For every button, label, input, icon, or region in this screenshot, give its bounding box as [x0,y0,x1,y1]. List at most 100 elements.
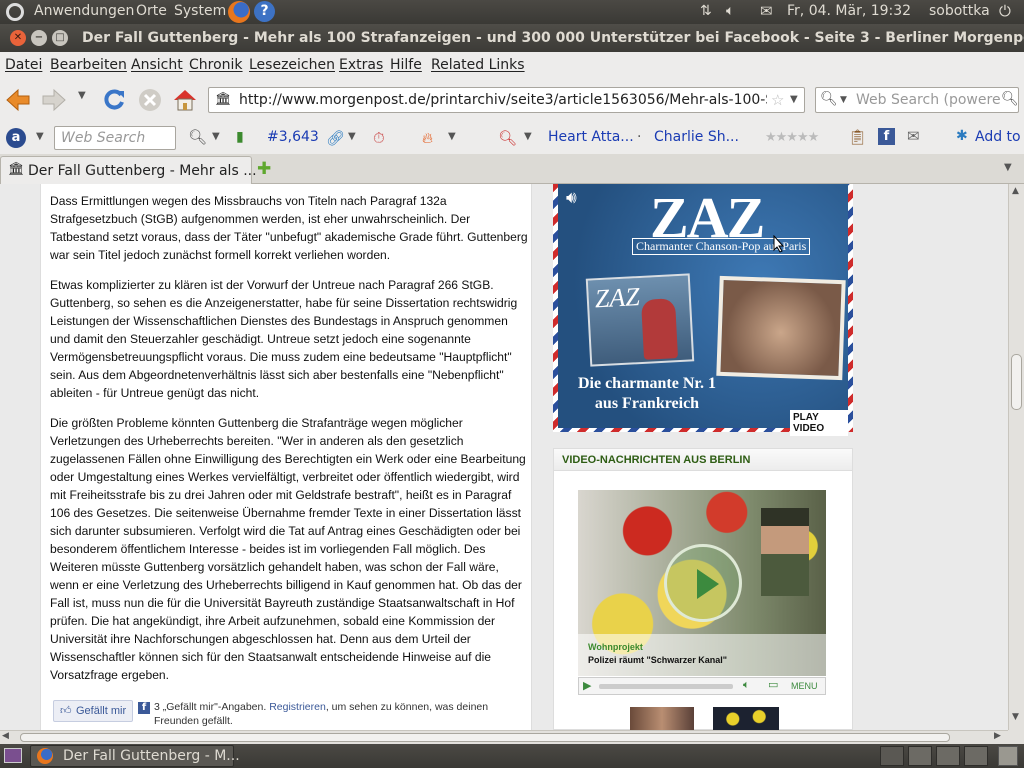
back-icon[interactable] [4,86,32,114]
reload-icon[interactable] [100,86,128,114]
stop-icon[interactable] [136,86,164,114]
video-controls-play-icon[interactable]: ▶ [583,679,591,692]
link-icon[interactable]: 🔗︎ [326,129,345,147]
video-thumbnail-2[interactable] [713,707,779,730]
taskbar-window-button[interactable]: Der Fall Guttenberg - M... [30,745,240,767]
close-window-icon[interactable]: ✕ [10,30,26,46]
toolbar-search-icon[interactable]: 🔍︎ [188,128,207,146]
pagerank-icon[interactable]: ▮ [236,129,244,145]
ad-sound-icon[interactable]: 🔊︎ [566,188,577,208]
ubuntu-logo-icon[interactable] [6,3,24,21]
minimize-window-icon[interactable]: − [31,30,47,46]
trash-icon[interactable] [998,746,1018,766]
menu-places[interactable]: Orte [136,3,167,19]
search-go-icon[interactable]: 🔍︎ [1001,91,1019,107]
video-volume-icon[interactable]: 🔈︎ [743,678,750,692]
maximize-window-icon[interactable]: □ [52,30,68,46]
search-engine-dropdown-icon[interactable]: ▼ [840,95,847,105]
menu-hilfe[interactable]: Hilfe [390,57,422,73]
scroll-right-icon[interactable]: ▶ [994,731,1001,741]
horizontal-scroll-thumb[interactable] [20,733,950,742]
fire-dropdown-icon[interactable]: ▼ [448,131,456,142]
power-icon[interactable]: ⏻ [999,2,1011,20]
network-icon[interactable]: ⇅ [700,3,712,19]
zaz-ad-banner[interactable]: 🔊︎ ZAZ Charmanter Chanson-Pop aus Paris … [553,184,853,436]
link-dropdown-icon[interactable]: ▼ [348,131,356,142]
timer-icon[interactable]: ⏱︎ [373,129,385,147]
workspace-1-icon[interactable] [880,746,904,766]
help-icon[interactable]: ? [254,1,275,22]
show-desktop-icon[interactable] [4,748,22,763]
add-to-icon[interactable]: ✱ [956,128,968,144]
video-progress-bar[interactable] [599,684,733,689]
sidebar: 🔊︎ ZAZ Charmanter Chanson-Pop aus Paris … [553,184,853,730]
rating-stars-icon[interactable]: ★★★★★ [765,130,819,145]
video-player[interactable]: Wohnprojekt Polizei räumt "Schwarzer Kan… [578,490,826,676]
menu-system[interactable]: System [174,3,226,19]
bookmark-star-icon[interactable]: ☆ [771,91,784,109]
menu-ansicht[interactable]: Ansicht [131,57,183,73]
play-video-button[interactable]: PLAY VIDEO [790,410,848,436]
add-to-link[interactable]: Add to W [975,129,1024,145]
search-engine-icon[interactable]: 🔍︎ [820,91,838,107]
user-name[interactable]: sobottka [929,3,990,19]
tab-current[interactable]: 🏛︎ Der Fall Guttenberg - Mehr als ... [0,156,257,184]
scrollbar-corner [1008,730,1024,744]
search-placeholder[interactable]: Web Search (powered [856,92,1000,108]
workspace-4-icon[interactable] [964,746,988,766]
bookmark-heart-attack[interactable]: Heart Atta... [548,129,634,145]
menu-extras[interactable]: Extras [339,57,383,73]
fire-icon[interactable]: 🔥︎ [422,129,433,147]
toolbar-search-input[interactable]: Web Search [54,126,176,150]
vertical-scrollbar[interactable]: ▲ ▼ [1008,184,1024,730]
tab-list-dropdown-icon[interactable]: ▼ [1004,162,1012,173]
mail-icon[interactable]: ✉ [760,2,773,20]
forward-icon[interactable] [40,86,68,114]
video-menu-button[interactable]: MENU [791,681,818,691]
facebook-like-button[interactable]: 👍︎ Gefällt mir [53,700,133,722]
web-search-box[interactable]: 🔍︎ ▼ Web Search (powered 🔍︎ [815,87,1019,113]
scroll-left-icon[interactable]: ◀ [2,731,9,741]
url-dropdown-icon[interactable]: ▼ [790,94,798,105]
menu-related-links[interactable]: Related Links [431,57,525,73]
facebook-icon[interactable]: f [878,128,895,145]
menu-lesezeichen[interactable]: Lesezeichen [249,57,335,73]
volume-icon[interactable]: 🔈︎ [726,3,734,19]
workspace-3-icon[interactable] [936,746,960,766]
menu-chronik[interactable]: Chronik [189,57,243,73]
clipboard-icon[interactable]: 📋︎ [848,128,867,146]
video-play-icon[interactable] [664,544,742,622]
new-tab-icon[interactable]: ✚ [257,159,271,179]
toolbar-search-dropdown-icon[interactable]: ▼ [212,131,220,142]
ad-tagline: Die charmante Nr. 1 aus Frankreich [572,374,722,414]
scroll-up-icon[interactable]: ▲ [1012,186,1019,196]
gmail-icon[interactable]: ✉ [907,127,920,145]
alexa-rank[interactable]: #3,643 [267,129,319,145]
bookmark-charlie-sheen[interactable]: Charlie Sh... [654,129,739,145]
url-bar[interactable]: 🏛︎ http://www.morgenpost.de/printarchiv/… [208,87,805,113]
register-link[interactable]: Registrieren [269,701,326,713]
vertical-scroll-thumb[interactable] [1011,354,1022,410]
ask-logo-icon[interactable]: a [6,128,26,148]
video-fullscreen-icon[interactable]: ▭ [768,678,778,691]
top-panel: Anwendungen Orte System ? ⇅ 🔈︎ ✉ Fr, 04.… [0,0,1024,24]
horizontal-scrollbar[interactable]: ◀ ▶ [0,730,1008,744]
zoom-icon[interactable]: 🔍︎ [498,129,517,147]
ad-background: 🔊︎ ZAZ Charmanter Chanson-Pop aus Paris … [558,184,848,436]
ask-dropdown-icon[interactable]: ▼ [36,131,44,142]
video-thumbnail-1[interactable] [630,707,694,730]
site-identity-icon[interactable]: 🏛︎ [215,92,232,107]
scroll-down-icon[interactable]: ▼ [1012,712,1019,722]
thumbs-up-icon: 👍︎ [60,705,72,717]
workspace-2-icon[interactable] [908,746,932,766]
bookmark-separator: · [637,129,642,145]
firefox-launcher-icon[interactable] [228,1,250,23]
home-icon[interactable] [171,86,199,114]
video-controls: ▶ 🔈︎ ▭ MENU [578,677,826,695]
zoom-dropdown-icon[interactable]: ▼ [524,131,532,142]
menu-bearbeiten[interactable]: Bearbeiten [50,57,127,73]
menu-applications[interactable]: Anwendungen [34,3,134,19]
clock[interactable]: Fr, 04. Mär, 19:32 [787,3,911,19]
url-text[interactable]: http://www.morgenpost.de/printarchiv/sei… [239,92,767,108]
menu-datei[interactable]: Datei [5,57,42,73]
